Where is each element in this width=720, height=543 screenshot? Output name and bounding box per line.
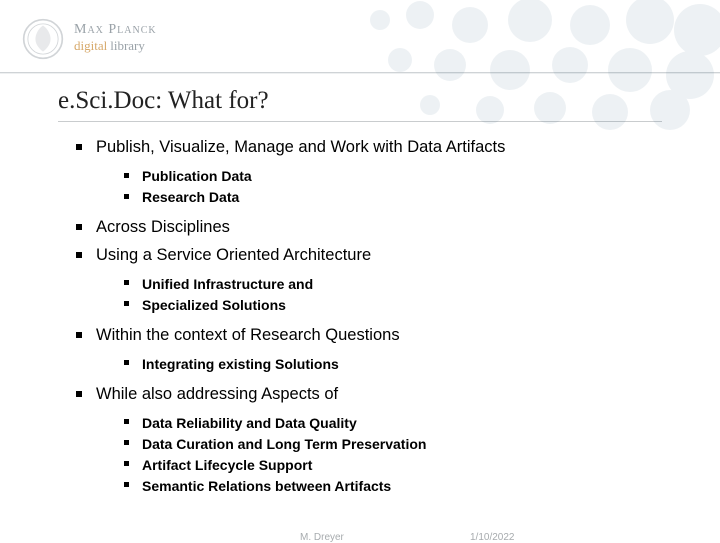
brand-line2a: digital: [74, 38, 107, 53]
list-item-label: Using a Service Oriented Architecture: [96, 246, 371, 264]
sub-list: Data Reliability and Data QualityData Cu…: [96, 413, 662, 497]
list-item: Across Disciplines: [76, 216, 662, 240]
footer-author: M. Dreyer: [300, 532, 344, 543]
list-item: While also addressing Aspects of Data Rel…: [76, 383, 662, 497]
sub-list-item: Semantic Relations between Artifacts: [124, 476, 662, 497]
list-item-label: Publish, Visualize, Manage and Work with…: [96, 138, 505, 156]
list-item-label: Within the context of Research Questions: [96, 326, 400, 344]
bullet-list: Publish, Visualize, Manage and Work with…: [58, 136, 662, 497]
list-item: Using a Service Oriented Architecture Uni…: [76, 244, 662, 316]
slide-title: e.Sci.Doc: What for?: [58, 87, 662, 122]
sub-list-item: Data Curation and Long Term Preservation: [124, 434, 662, 455]
brand-line1: Max Planck: [74, 23, 157, 38]
sub-list-item: Specialized Solutions: [124, 295, 662, 316]
sub-list-item: Integrating existing Solutions: [124, 354, 662, 375]
sub-list-item: Unified Infrastructure and: [124, 274, 662, 295]
logo-emblem-icon: [22, 18, 64, 60]
list-item-label: Across Disciplines: [96, 218, 230, 236]
sub-list-item: Artifact Lifecycle Support: [124, 455, 662, 476]
footer-date: 1/10/2022: [470, 532, 515, 543]
list-item-label: While also addressing Aspects of: [96, 385, 338, 403]
list-item: Publish, Visualize, Manage and Work with…: [76, 136, 662, 208]
slide-content: e.Sci.Doc: What for? Publish, Visualize,…: [0, 73, 720, 497]
list-item: Within the context of Research Questions…: [76, 324, 662, 375]
sub-list: Integrating existing Solutions: [96, 354, 662, 375]
sub-list-item: Publication Data: [124, 166, 662, 187]
brand-text: Max Planck digitallibrary: [74, 23, 157, 54]
sub-list: Publication DataResearch Data: [96, 166, 662, 208]
sub-list: Unified Infrastructure andSpecialized So…: [96, 274, 662, 316]
header: Max Planck digitallibrary: [0, 0, 720, 72]
brand-line2b: library: [110, 38, 145, 53]
sub-list-item: Data Reliability and Data Quality: [124, 413, 662, 434]
sub-list-item: Research Data: [124, 187, 662, 208]
